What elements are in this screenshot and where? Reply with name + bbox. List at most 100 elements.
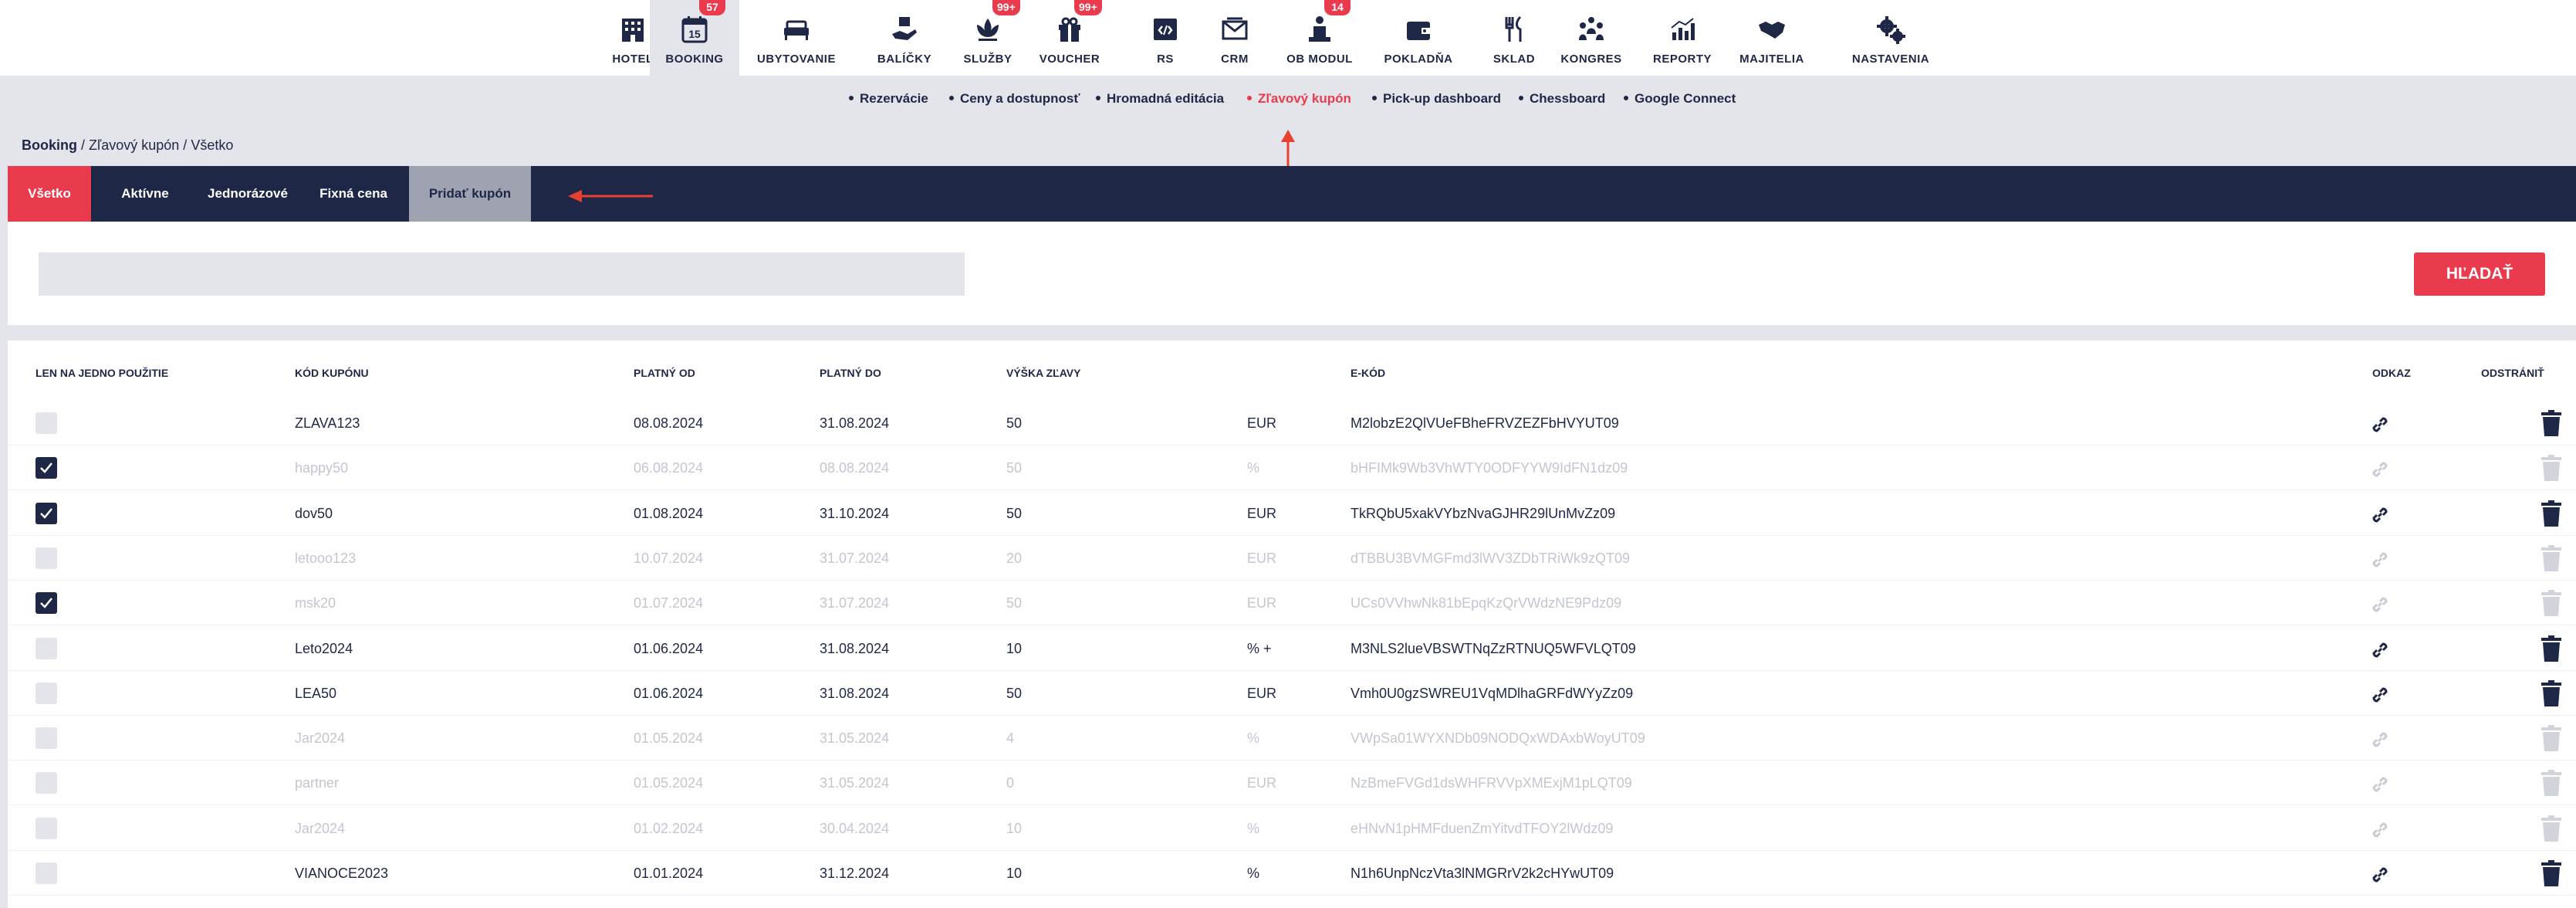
- link-icon[interactable]: [2368, 413, 2392, 436]
- table-row: dov50 01.08.2024 31.10.2024 50 EUR TkRQbU5xak…: [8, 491, 2576, 536]
- subnav-item-label: Google Connect: [1635, 91, 1736, 106]
- coupon-code: ZLAVA123: [295, 415, 360, 431]
- link-icon[interactable]: [2368, 503, 2392, 527]
- breadcrumb-path: / Zľavový kupón / Všetko: [77, 137, 234, 153]
- nav-item-booking[interactable]: 15 BOOKING 57: [650, 0, 739, 76]
- nav-item-služby[interactable]: SLUŽBY 99+: [957, 0, 1020, 76]
- tab-all[interactable]: Všetko: [8, 166, 91, 222]
- subnav-item[interactable]: Hromadná editácia: [1096, 91, 1224, 107]
- link-icon[interactable]: [2368, 728, 2392, 751]
- nav-item-kongres[interactable]: KONGRES: [1556, 0, 1627, 76]
- breadcrumb: Booking / Zľavový kupón / Všetko: [22, 137, 233, 154]
- subnav-item-label: Rezervácie: [860, 91, 928, 106]
- nav-item-label: REPORTY: [1652, 53, 1712, 66]
- discount-amount: 20: [1006, 550, 1023, 566]
- link-icon[interactable]: [2368, 773, 2392, 796]
- link-icon[interactable]: [2368, 683, 2392, 706]
- add-coupon-button[interactable]: Pridať kupón: [409, 166, 531, 222]
- nav-item-pokladňa[interactable]: POKLADŇA: [1384, 0, 1453, 76]
- subnav-item-label: Zľavový kupón: [1258, 91, 1351, 106]
- link-icon[interactable]: [2368, 548, 2392, 571]
- link-icon[interactable]: [2368, 818, 2392, 842]
- tab-fixed-price[interactable]: Fixná cena: [296, 166, 411, 222]
- nav-item-label: MAJITELIA: [1739, 53, 1804, 66]
- nav-item-rs[interactable]: RS: [1142, 0, 1188, 76]
- header-delete: ODSTRÁNIŤ: [2481, 367, 2544, 379]
- table-row: partner 01.05.2024 31.05.2024 0 EUR NzBmeFVGd…: [8, 761, 2576, 806]
- nav-item-reporty[interactable]: REPORTY: [1648, 0, 1716, 76]
- trash-icon[interactable]: [2541, 500, 2562, 527]
- trash-icon[interactable]: [2541, 725, 2562, 752]
- header-code: KÓD KUPÓNU: [295, 367, 369, 379]
- link-icon[interactable]: [2368, 863, 2392, 886]
- nav-item-label: KONGRES: [1560, 53, 1622, 66]
- single-use-checkbox[interactable]: [35, 682, 57, 704]
- trash-icon[interactable]: [2541, 590, 2562, 617]
- calendar-15-icon: 15: [678, 14, 712, 45]
- people-group-icon: [1574, 14, 1608, 45]
- nav-item-hotel[interactable]: HOTEL: [610, 0, 656, 76]
- trash-icon[interactable]: [2541, 544, 2562, 571]
- valid-to: 31.08.2024: [820, 415, 890, 431]
- nav-item-ubytovanie[interactable]: UBYTOVANIE: [754, 0, 839, 76]
- discount-amount: 50: [1006, 595, 1023, 612]
- subnav-item[interactable]: Pick-up dashboard: [1372, 91, 1501, 107]
- header-ecode: E-KÓD: [1351, 367, 1386, 379]
- search-input[interactable]: [39, 252, 965, 296]
- single-use-checkbox[interactable]: [35, 862, 57, 884]
- tab-single-use[interactable]: Jednorázové: [199, 166, 296, 222]
- single-use-checkbox[interactable]: [35, 502, 57, 524]
- discount-amount: 10: [1006, 866, 1023, 881]
- code-window-icon: [1148, 14, 1182, 45]
- nav-item-majitelia[interactable]: MAJITELIA: [1738, 0, 1806, 76]
- valid-to: 31.08.2024: [820, 685, 890, 701]
- valid-from: 01.01.2024: [634, 866, 704, 881]
- person-hotel-icon: [1303, 14, 1337, 45]
- nav-item-ob-modul[interactable]: OB MODUL 14: [1283, 0, 1356, 76]
- link-icon[interactable]: [2368, 458, 2392, 481]
- search-button[interactable]: HĽADAŤ: [2414, 252, 2545, 296]
- subnav-item[interactable]: Google Connect: [1624, 91, 1736, 107]
- single-use-checkbox[interactable]: [35, 592, 57, 615]
- nav-item-label: SLUŽBY: [963, 53, 1012, 66]
- nav-item-balíčky[interactable]: BALÍČKY: [871, 0, 938, 76]
- subnav-item[interactable]: Ceny a dostupnosť: [949, 91, 1080, 107]
- cutlery-icon: [1497, 14, 1531, 45]
- nav-item-crm[interactable]: CRM: [1203, 0, 1266, 76]
- link-icon[interactable]: [2368, 593, 2392, 616]
- breadcrumb-root[interactable]: Booking: [22, 137, 77, 153]
- single-use-checkbox[interactable]: [35, 637, 57, 659]
- table-row: VIANOCE2023 01.01.2024 31.12.2024 10% N1h6Un…: [8, 851, 2576, 896]
- single-use-checkbox[interactable]: [35, 817, 57, 839]
- link-icon[interactable]: [2368, 639, 2392, 662]
- nav-item-voucher[interactable]: VOUCHER 99+: [1035, 0, 1104, 76]
- nav-item-sklad[interactable]: SKLAD: [1483, 0, 1545, 76]
- top-navigation: HOTEL 15 BOOKING 57 UBYTOVANIE BALÍČKY SLUŽBY 9…: [0, 0, 2576, 76]
- trash-icon[interactable]: [2541, 770, 2562, 797]
- trash-icon[interactable]: [2541, 679, 2562, 706]
- subnav-item[interactable]: Chessboard: [1519, 91, 1605, 107]
- trash-icon[interactable]: [2541, 410, 2562, 436]
- single-use-checkbox[interactable]: [35, 727, 57, 750]
- subnav-item-label: Hromadná editácia: [1107, 91, 1225, 106]
- trash-icon[interactable]: [2541, 860, 2562, 886]
- tab-active[interactable]: Aktívne: [91, 166, 199, 222]
- valid-to: 31.05.2024: [820, 730, 890, 747]
- handshake-icon: [1755, 14, 1789, 45]
- trash-icon[interactable]: [2541, 815, 2562, 842]
- trash-icon[interactable]: [2541, 455, 2562, 482]
- single-use-checkbox[interactable]: [35, 457, 57, 479]
- single-use-checkbox[interactable]: [35, 412, 57, 434]
- single-use-checkbox[interactable]: [35, 772, 57, 794]
- subnav-item[interactable]: Rezervácie: [849, 91, 928, 107]
- trash-icon[interactable]: [2541, 635, 2562, 662]
- subnav-item[interactable]: Zľavový kupón: [1247, 91, 1351, 107]
- nav-item-nastavenia[interactable]: NASTAVENIA: [1849, 0, 1932, 76]
- discount-amount: 50: [1006, 415, 1023, 431]
- coupon-code: letooo123: [295, 550, 357, 566]
- discount-amount: 10: [1006, 820, 1023, 836]
- nav-item-label: NASTAVENIA: [1851, 53, 1930, 66]
- single-use-checkbox[interactable]: [35, 547, 57, 569]
- ecode: eHNvN1pHMFduenZmYitvdTFOY2lWdz09: [1351, 820, 1614, 836]
- valid-to: 31.12.2024: [820, 866, 890, 881]
